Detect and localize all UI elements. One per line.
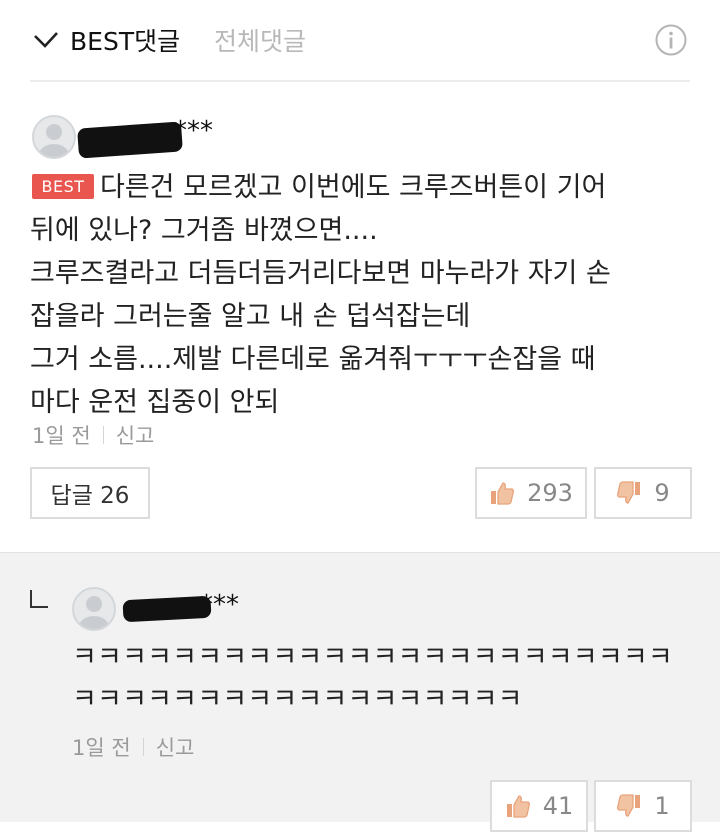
like-count: 293 <box>527 479 573 507</box>
reply-count-button[interactable]: 답글 26 <box>30 467 150 519</box>
meta-divider <box>142 738 144 756</box>
tab-all-label: 전체댓글 <box>214 27 307 56</box>
comment-line: 잡을라 그러는줄 알고 내 손 덥석잡는데 <box>30 301 471 332</box>
comment-line: 그거 소름....제발 다른데로 옮겨줘ㅜㅜㅜ손잡을 때 <box>30 344 596 375</box>
comment-line: 다른건 모르겠고 이번에도 크루즈버튼이 기어 <box>100 172 607 203</box>
comment-line: 크루즈켤라고 더듬더듬거리다보면 마누라가 자기 손 <box>30 258 611 289</box>
dislike-count: 9 <box>654 479 670 507</box>
tab-best-comments[interactable]: BEST댓글 <box>32 20 180 60</box>
reply-dislike-button[interactable]: 1 <box>594 780 692 832</box>
like-button[interactable]: 293 <box>475 467 587 519</box>
thumbs-down-icon <box>617 794 641 817</box>
header-divider <box>30 80 690 82</box>
thumbs-up-icon <box>506 795 530 818</box>
report-link[interactable]: 신고 <box>116 420 155 450</box>
reply-time: 1일 전 <box>72 736 131 760</box>
reply-body: ㅋㅋㅋㅋㅋㅋㅋㅋㅋㅋㅋㅋㅋㅋㅋㅋㅋㅋㅋㅋㅋㅋㅋㅋ ㅋㅋㅋㅋㅋㅋㅋㅋㅋㅋㅋㅋㅋㅋㅋ… <box>72 637 712 721</box>
reply-count-label: 답글 26 <box>50 483 130 509</box>
comment-time: 1일 전 <box>32 424 91 448</box>
reply-arrow-icon <box>30 590 48 608</box>
meta-divider <box>102 426 104 444</box>
reply-meta: 1일 전 신고 <box>72 732 194 762</box>
check-icon <box>34 32 58 48</box>
reply-report-link[interactable]: 신고 <box>156 732 195 762</box>
avatar[interactable] <box>32 115 76 159</box>
info-icon[interactable] <box>655 24 687 56</box>
username-suffix: *** <box>174 116 213 146</box>
default-avatar-icon <box>39 124 69 157</box>
reply-dislike-count: 1 <box>654 792 670 820</box>
comment-body: 다른건 모르겠고 이번에도 크루즈버튼이 기어 뒤에 있나? 그거좀 바꼈으면.… <box>30 166 700 424</box>
comment-line: 마다 운전 집중이 안되 <box>30 387 280 418</box>
comment-tabs: BEST댓글 전체댓글 <box>0 0 720 80</box>
thumbs-down-icon <box>617 481 641 504</box>
username-redaction <box>77 121 183 159</box>
reply-avatar[interactable] <box>72 587 116 631</box>
thumbs-up-icon <box>491 482 515 505</box>
default-avatar-icon <box>79 596 109 629</box>
reply-line: ㅋㅋㅋㅋㅋㅋㅋㅋㅋㅋㅋㅋㅋㅋㅋㅋㅋㅋ <box>72 684 523 715</box>
dislike-button[interactable]: 9 <box>594 467 692 519</box>
reply-username-redaction <box>122 595 212 623</box>
comment-line: 뒤에 있나? 그거좀 바꼈으면.... <box>30 215 378 246</box>
reply-username-suffix: *** <box>200 590 239 620</box>
reply-like-button[interactable]: 41 <box>490 780 588 832</box>
reply-like-count: 41 <box>542 792 574 820</box>
tab-all-comments[interactable]: 전체댓글 <box>214 20 306 60</box>
comment-meta: 1일 전 신고 <box>32 420 154 450</box>
tab-best-label: BEST댓글 <box>70 27 181 56</box>
reply-line: ㅋㅋㅋㅋㅋㅋㅋㅋㅋㅋㅋㅋㅋㅋㅋㅋㅋㅋㅋㅋㅋㅋㅋㅋ <box>72 642 673 673</box>
